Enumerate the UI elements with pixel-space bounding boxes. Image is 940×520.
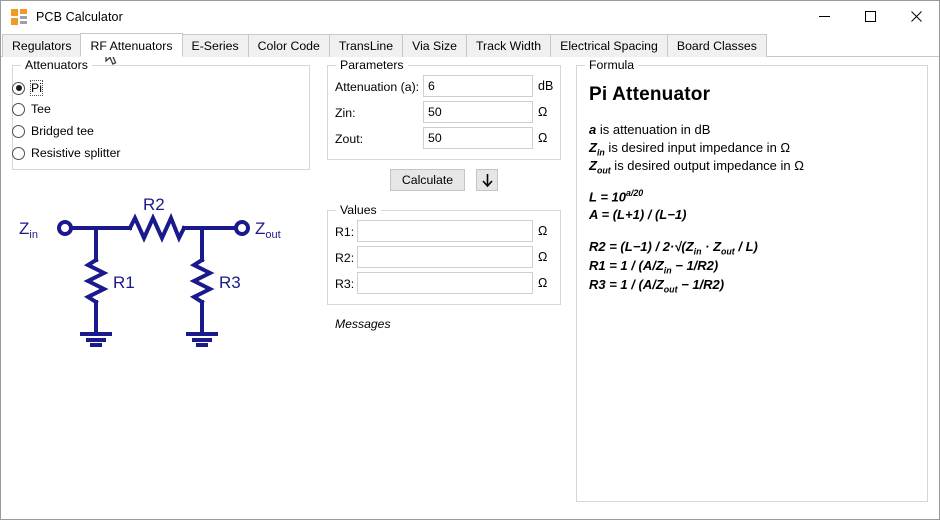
radio-pi-indicator [12, 82, 25, 95]
formula-def-zin: Zin is desired input impedance in Ω [589, 140, 790, 158]
attenuation-label: Attenuation (a): [335, 80, 419, 94]
close-button[interactable] [893, 1, 939, 32]
formula-eq-r1: R1 = 1 / (A/Zin − 1/R2) [589, 258, 718, 276]
minimize-button[interactable] [801, 1, 847, 32]
values-legend: Values [336, 203, 381, 217]
arrow-down-icon [481, 173, 494, 188]
attenuation-unit: dB [538, 79, 553, 93]
radio-bridged-tee-label: Bridged tee [30, 124, 95, 138]
transfer-down-button[interactable] [476, 169, 498, 191]
tab-via-size[interactable]: Via Size [402, 34, 467, 57]
pi-attenuator-schematic: Zin Zout R2 R1 R3 [7, 192, 307, 352]
formula-eq-a: A = (L+1) / (L−1) [589, 207, 686, 222]
zout-unit: Ω [538, 131, 547, 145]
schematic-label-r3: R3 [219, 273, 241, 292]
title-bar: PCB Calculator [1, 1, 939, 33]
tab-electrical-spacing[interactable]: Electrical Spacing [550, 34, 668, 57]
tab-transline[interactable]: TransLine [329, 34, 403, 57]
messages-label: Messages [335, 317, 391, 331]
r3-label: R3: [335, 277, 354, 291]
r1-label: R1: [335, 225, 354, 239]
tab-rf-attenuators[interactable]: RF Attenuators [80, 33, 182, 57]
tab-regulators[interactable]: Regulators [2, 34, 81, 57]
r3-unit: Ω [538, 276, 547, 290]
zin-unit: Ω [538, 105, 547, 119]
close-icon [911, 11, 922, 22]
calculate-button[interactable]: Calculate [390, 169, 465, 191]
r1-output[interactable] [357, 220, 533, 242]
zout-label: Zout: [335, 132, 363, 146]
window-title: PCB Calculator [36, 10, 123, 24]
maximize-button[interactable] [847, 1, 893, 32]
formula-legend: Formula [585, 58, 638, 72]
application-window: PCB Calculator Regulators RF Att [0, 0, 940, 520]
zout-input[interactable] [423, 127, 533, 149]
tab-e-series[interactable]: E-Series [182, 34, 249, 57]
radio-resistive-splitter-indicator [12, 147, 25, 160]
parameters-legend: Parameters [336, 58, 408, 72]
maximize-icon [865, 11, 876, 22]
radio-tee-label: Tee [30, 102, 52, 116]
tab-content-rf-attenuators: Attenuators Pi Tee Bridged tee Resistive… [1, 57, 939, 520]
tab-board-classes[interactable]: Board Classes [667, 34, 767, 57]
attenuation-input[interactable] [423, 75, 533, 97]
radio-option-pi[interactable]: Pi [12, 80, 43, 96]
formula-heading: Pi Attenuator [589, 84, 710, 106]
window-controls [801, 1, 939, 32]
radio-resistive-splitter-label: Resistive splitter [30, 146, 122, 160]
schematic-label-zin: Zin [19, 219, 38, 241]
zin-input[interactable] [423, 101, 533, 123]
r3-output[interactable] [357, 272, 533, 294]
r2-label: R2: [335, 251, 354, 265]
formula-eq-r2: R2 = (L−1) / 2·√(Zin · Zout / L) [589, 239, 758, 257]
radio-bridged-tee-indicator [12, 125, 25, 138]
formula-eq-r3: R3 = 1 / (A/Zout − 1/R2) [589, 277, 724, 295]
schematic-label-r2: R2 [143, 195, 165, 214]
formula-def-zout: Zout is desired output impedance in Ω [589, 158, 804, 176]
schematic-label-zout: Zout [255, 219, 281, 241]
radio-option-tee[interactable]: Tee [12, 102, 52, 116]
schematic-label-r1: R1 [113, 273, 135, 292]
r2-output[interactable] [357, 246, 533, 268]
tab-track-width[interactable]: Track Width [466, 34, 551, 57]
r2-unit: Ω [538, 250, 547, 264]
zin-label: Zin: [335, 106, 356, 120]
formula-eq-l: L = 10a/20 [589, 188, 643, 204]
minimize-icon [819, 11, 830, 22]
attenuators-legend: Attenuators [21, 58, 92, 72]
radio-tee-indicator [12, 103, 25, 116]
radio-option-bridged-tee[interactable]: Bridged tee [12, 124, 95, 138]
formula-def-a: a is attenuation in dB [589, 122, 710, 137]
radio-option-resistive-splitter[interactable]: Resistive splitter [12, 146, 122, 160]
tab-bar: Regulators RF Attenuators E-Series Color… [1, 33, 939, 57]
radio-pi-label: Pi [30, 80, 43, 96]
tab-color-code[interactable]: Color Code [248, 34, 330, 57]
r1-unit: Ω [538, 224, 547, 238]
calculator-icon [11, 9, 27, 25]
